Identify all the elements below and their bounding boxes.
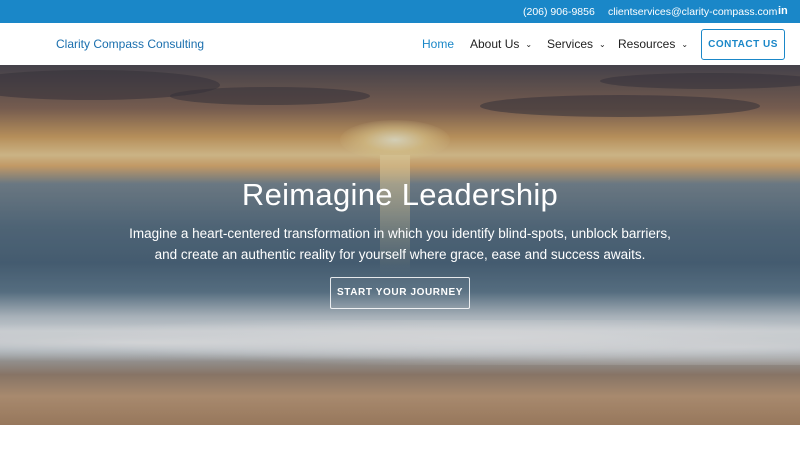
nav-item-resources[interactable]: Resources ⌄ <box>618 37 688 51</box>
hero-title: Reimagine Leadership <box>241 177 559 212</box>
email-link[interactable]: clientservices@clarity-compass.com <box>608 6 777 18</box>
nav-item-label: About Us <box>470 37 520 51</box>
chevron-down-icon: ⌄ <box>525 40 533 49</box>
nav-item-label: Home <box>422 37 455 51</box>
nav-item-about-us[interactable]: About Us ⌄ <box>470 37 532 51</box>
chevron-down-icon: ⌄ <box>681 40 689 49</box>
nav-item-home[interactable]: Home <box>422 37 454 51</box>
hero-subtitle: Imagine a heart-centered transformation … <box>129 226 671 262</box>
nav-item-label: Services <box>547 37 594 51</box>
nav-item-services[interactable]: Services ⌄ <box>547 37 606 51</box>
phone-link[interactable]: (206) 906-9856 <box>523 6 595 18</box>
site-logo[interactable]: Clarity Compass Consulting <box>56 37 204 51</box>
chevron-down-icon: ⌄ <box>599 40 606 49</box>
hero-banner: Reimagine Leadership Imagine a heart-cen… <box>0 65 800 425</box>
start-journey-button[interactable]: START YOUR JOURNEY <box>330 277 470 309</box>
contact-us-button[interactable]: CONTACT US <box>701 29 785 60</box>
linkedin-icon[interactable]: in <box>778 5 788 17</box>
top-bar: (206) 906-9856 clientservices@clarity-co… <box>0 0 800 23</box>
nav-item-label: Resources <box>618 37 676 51</box>
main-navigation: Clarity Compass Consulting Home About Us… <box>0 23 800 65</box>
